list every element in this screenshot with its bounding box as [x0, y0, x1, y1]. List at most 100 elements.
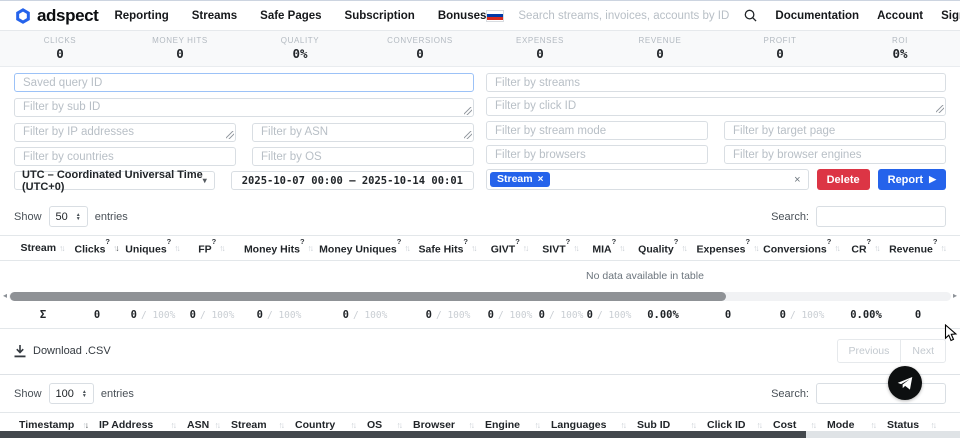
global-search-input[interactable] — [518, 10, 730, 22]
column-header-click-id[interactable]: Click ID↑↓ — [702, 419, 768, 431]
group-tag-label: Stream — [497, 174, 533, 185]
nav-item-safe-pages[interactable]: Safe Pages — [260, 10, 321, 22]
summary-value: 0 — [488, 309, 494, 321]
report-button[interactable]: Report ▶ — [878, 169, 946, 190]
next-page-button[interactable]: Next — [900, 339, 946, 363]
group-tag-stream[interactable]: Stream × — [490, 172, 550, 187]
scroll-right-icon[interactable]: ▸ — [953, 292, 957, 300]
click-id-filter-input[interactable] — [486, 97, 946, 116]
nav-item-account[interactable]: Account — [877, 10, 923, 22]
stat-label: CONVERSIONS — [360, 37, 480, 46]
column-header-fp[interactable]: FP?↑↓ — [184, 241, 240, 256]
column-header-quality[interactable]: Quality?↑↓ — [632, 241, 694, 256]
download-csv-button[interactable]: Download .CSV — [14, 345, 111, 358]
summary-cell-clicks: 0 — [72, 309, 122, 321]
summary-ratio: / 100% — [790, 310, 824, 321]
column-header-uniques[interactable]: Uniques?↑↓ — [122, 241, 184, 256]
column-header-languages[interactable]: Languages↑↓ — [546, 419, 632, 431]
clicks-table-search-input[interactable] — [816, 383, 946, 404]
column-header-stream[interactable]: Stream↑↓ — [14, 242, 72, 254]
nav-item-sign-out[interactable]: Sign Out — [941, 10, 960, 22]
nav-item-subscription[interactable]: Subscription — [345, 10, 415, 22]
column-header-cr[interactable]: CR?↑↓ — [842, 241, 890, 256]
search-icon[interactable] — [744, 9, 757, 22]
previous-page-button[interactable]: Previous — [837, 339, 902, 363]
column-header-mode[interactable]: Mode↑↓ — [822, 419, 882, 431]
group-by-multiselect[interactable]: Stream × × — [486, 169, 809, 190]
column-header-clicks[interactable]: Clicks?↑↓ — [72, 241, 122, 256]
saved-query-id-input[interactable] — [14, 73, 474, 92]
stat-quality: QUALITY 0% — [240, 37, 360, 61]
os-filter-input[interactable] — [252, 147, 474, 166]
date-range-input[interactable]: 2025-10-07 00:00 – 2025-10-14 00:01 — [231, 171, 474, 190]
column-header-status[interactable]: Status↑↓ — [882, 419, 942, 431]
target-page-filter-input[interactable] — [724, 121, 946, 140]
clear-multiselect-icon[interactable]: × — [794, 174, 800, 186]
column-header-mia[interactable]: MIA?↑↓ — [586, 241, 632, 256]
sort-icon: ↑↓ — [471, 243, 478, 253]
column-header-browser[interactable]: Browser↑↓ — [408, 419, 480, 431]
column-header-money-uniques[interactable]: Money Uniques?↑↓ — [318, 241, 412, 256]
ip-addresses-filter-input[interactable] — [14, 123, 236, 142]
countries-filter-input[interactable] — [14, 147, 236, 166]
column-header-givt[interactable]: GIVT?↑↓ — [484, 241, 536, 256]
delete-button[interactable]: Delete — [817, 169, 870, 190]
summary-cell-sivt: 0/ 100% — [536, 309, 586, 321]
brand-logo[interactable]: adspect — [14, 6, 98, 26]
date-range-value: 2025-10-07 00:00 – 2025-10-14 00:01 — [242, 175, 463, 187]
column-header-sub-id[interactable]: Sub ID↑↓ — [632, 419, 702, 431]
summary-ratio: / 100% — [267, 310, 301, 321]
help-indicator: ? — [515, 237, 520, 246]
page-hscrollbar[interactable] — [0, 431, 960, 438]
sort-icon: ↑↓ — [874, 243, 881, 253]
filter-column-left: UTC – Coordinated Universal Time (UTC+0)… — [14, 73, 474, 190]
nav-item-bonuses[interactable]: Bonuses — [438, 10, 487, 22]
asn-filter-input[interactable] — [252, 123, 474, 142]
column-header-cost[interactable]: Cost↑↓ — [768, 419, 822, 431]
nav-item-streams[interactable]: Streams — [192, 10, 237, 22]
column-header-engine[interactable]: Engine↑↓ — [480, 419, 546, 431]
page-hscrollbar-thumb[interactable] — [0, 431, 806, 438]
help-indicator: ? — [463, 237, 468, 246]
browsers-filter-input[interactable] — [486, 145, 708, 164]
sort-icon: ↑↓ — [834, 243, 841, 253]
column-header-expenses[interactable]: Expenses?↑↓ — [694, 241, 762, 256]
nav-item-reporting[interactable]: Reporting — [114, 10, 168, 22]
entries-select[interactable]: 50 ▲▼ — [49, 206, 88, 227]
column-header-stream[interactable]: Stream↑↓ — [226, 419, 290, 431]
column-header-asn[interactable]: ASN↑↓ — [182, 419, 226, 431]
summary-ratio: / 100% — [549, 310, 583, 321]
summary-ratio: / 100% — [353, 310, 387, 321]
column-label: Safe Hits? — [418, 241, 468, 256]
remove-tag-icon[interactable]: × — [538, 175, 544, 185]
column-label: Click ID — [707, 419, 746, 431]
column-header-money-hits[interactable]: Money Hits?↑↓ — [240, 241, 318, 256]
stream-mode-filter-input[interactable] — [486, 121, 708, 140]
column-header-country[interactable]: Country↑↓ — [290, 419, 362, 431]
scrollbar-track[interactable] — [9, 292, 951, 301]
help-indicator: ? — [397, 237, 402, 246]
report-table-search-input[interactable] — [816, 206, 946, 227]
clicks-entries-select[interactable]: 100 ▲▼ — [49, 383, 94, 404]
column-header-os[interactable]: OS↑↓ — [362, 419, 408, 431]
streams-filter-input[interactable] — [486, 73, 946, 92]
column-header-conversions[interactable]: Conversions?↑↓ — [762, 241, 842, 256]
telegram-support-button[interactable] — [888, 366, 922, 400]
column-header-ip-address[interactable]: IP Address↑↓ — [94, 419, 182, 431]
column-label: Conversions? — [763, 241, 831, 256]
column-header-safe-hits[interactable]: Safe Hits?↑↓ — [412, 241, 484, 256]
sub-id-filter-input[interactable] — [14, 98, 474, 117]
column-header-timestamp[interactable]: Timestamp↑↓ — [14, 419, 94, 431]
summary-value: 0 — [587, 309, 593, 321]
column-header-revenue[interactable]: Revenue?↑↓ — [890, 241, 946, 256]
column-label: Stream — [231, 419, 267, 431]
nav-item-documentation[interactable]: Documentation — [775, 10, 859, 22]
browser-engines-filter-input[interactable] — [724, 145, 946, 164]
scrollbar-thumb[interactable] — [10, 292, 726, 301]
timezone-select[interactable]: UTC – Coordinated Universal Time (UTC+0)… — [14, 171, 215, 190]
column-label: FP? — [198, 241, 216, 256]
column-header-sivt[interactable]: SIVT?↑↓ — [536, 241, 586, 256]
language-flag-icon[interactable] — [486, 10, 504, 22]
column-label: Money Hits? — [244, 241, 305, 256]
scroll-left-icon[interactable]: ◂ — [3, 292, 7, 300]
